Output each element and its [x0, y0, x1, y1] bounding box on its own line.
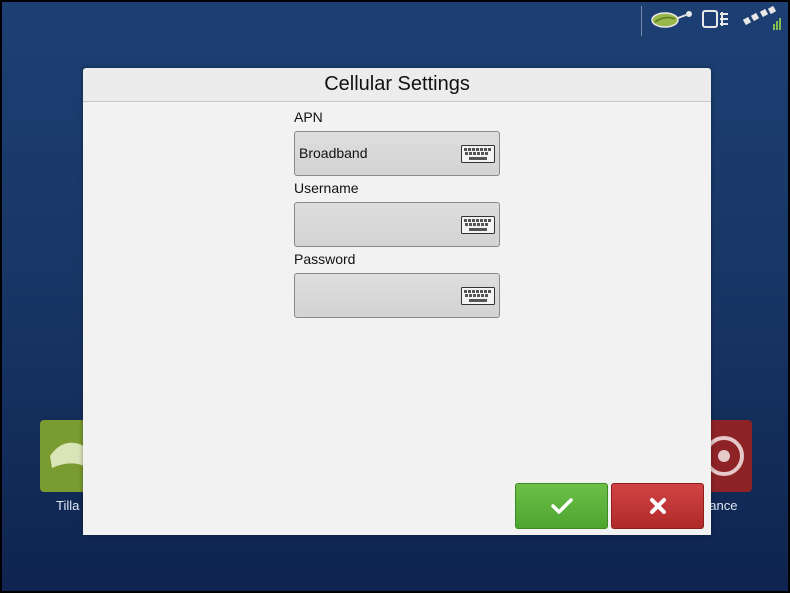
tillage-icon: [50, 442, 84, 468]
dialog-body: APN Broadband Username Password: [83, 102, 711, 535]
tillage-tile[interactable]: Tilla: [40, 420, 88, 513]
keyboard-icon[interactable]: [461, 145, 495, 168]
apn-value: Broadband: [299, 145, 368, 161]
field-leaf-icon[interactable]: [650, 9, 694, 34]
tillage-tile-label: Tilla: [56, 498, 80, 513]
guidance-tile[interactable]: dance: [702, 420, 752, 513]
display-screen: Tilla dance Cellular Settings APN Broadb…: [0, 0, 790, 593]
satellite-signal-icon[interactable]: [742, 5, 782, 37]
tillage-tile-box: [40, 420, 88, 492]
password-label: Password: [294, 251, 356, 267]
cancel-button[interactable]: [611, 483, 704, 529]
keyboard-icon[interactable]: [461, 287, 495, 310]
password-field[interactable]: [294, 273, 500, 318]
x-icon: [649, 498, 666, 514]
keyboard-icon[interactable]: [461, 216, 495, 239]
guidance-tile-box: [704, 420, 752, 492]
dialog-title: Cellular Settings: [83, 68, 711, 102]
checkmark-icon: [550, 498, 573, 514]
accept-button[interactable]: [515, 483, 608, 529]
apn-field[interactable]: Broadband: [294, 131, 500, 176]
username-label: Username: [294, 180, 359, 196]
device-connection-icon[interactable]: [702, 8, 734, 35]
apn-label: APN: [294, 109, 323, 125]
cellular-settings-dialog: Cellular Settings APN Broadband Username…: [83, 68, 711, 535]
status-icons: [641, 5, 782, 37]
username-field[interactable]: [294, 202, 500, 247]
steering-wheel-icon: [704, 436, 744, 476]
